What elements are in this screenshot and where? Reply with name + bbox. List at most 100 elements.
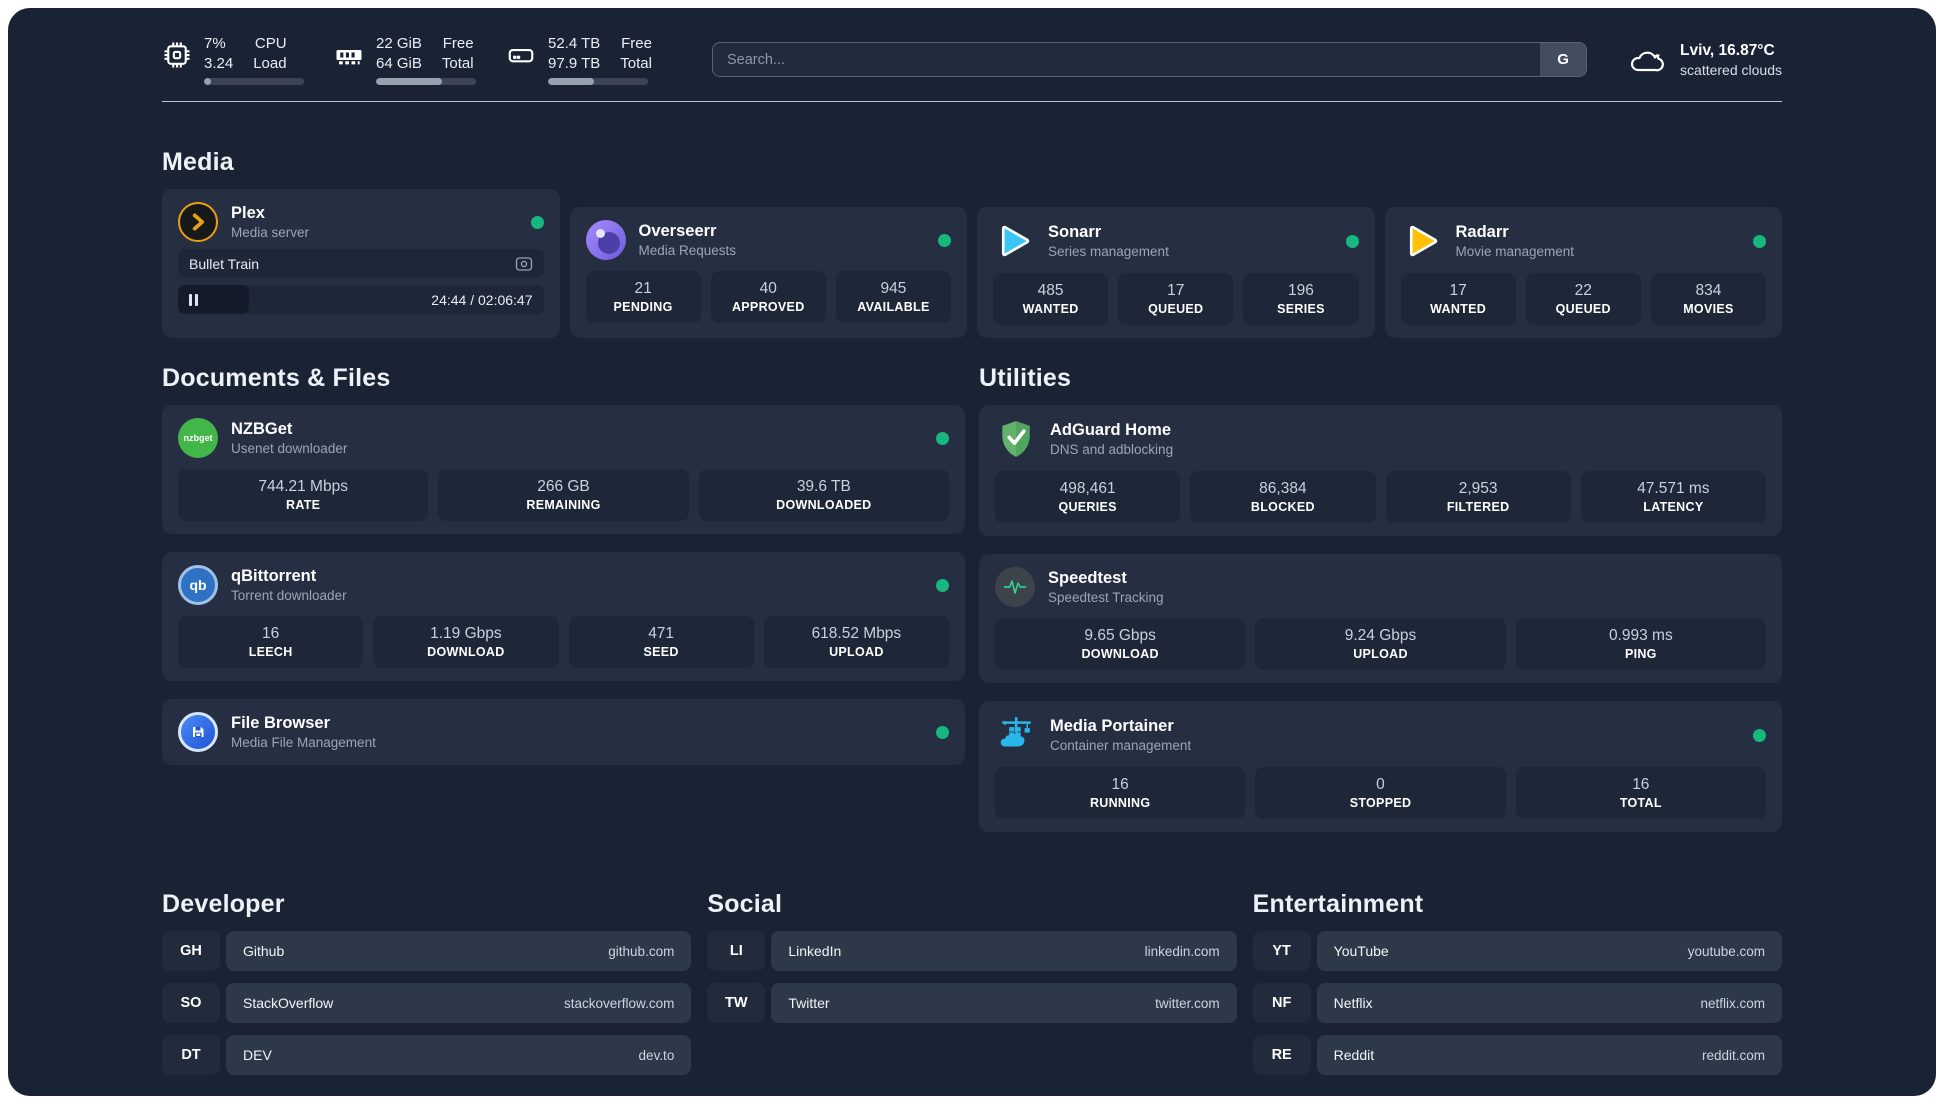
- disk-widget: 52.4 TB 97.9 TB Free Total: [506, 34, 652, 85]
- top-bar: 7% 3.24 CPU Load 22 GiB 64 GiB Free Tota…: [162, 34, 1782, 85]
- cpu-usage-value: 7%: [204, 35, 226, 52]
- filebrowser-icon: [178, 712, 218, 752]
- memory-free-value: 22 GiB: [376, 35, 422, 52]
- bookmark-stackoverflow[interactable]: SO StackOverflow stackoverflow.com: [162, 983, 692, 1023]
- cpu-usage-label: CPU: [254, 35, 287, 52]
- stat-tile: 0 STOPPED: [1255, 767, 1506, 819]
- nzbget-icon: nzbget: [178, 418, 218, 458]
- weather-widget: Lviv, 16.87°C scattered clouds: [1627, 42, 1782, 78]
- section-utilities: Utilities AdGuard Home DNS and adblockin…: [979, 364, 1782, 832]
- service-subtitle: Torrent downloader: [231, 588, 347, 604]
- sonarr-icon: [1001, 225, 1030, 257]
- bookmark-domain: linkedin.com: [1144, 943, 1220, 959]
- bookmark-name: Netflix: [1333, 995, 1373, 1011]
- portainer-card[interactable]: Media Portainer Container management 16 …: [979, 701, 1782, 832]
- status-dot: [938, 233, 951, 247]
- stat-tile: 744.21 Mbps RATE: [178, 469, 429, 521]
- service-subtitle: Movie management: [1455, 244, 1575, 260]
- now-playing-title: Bullet Train: [189, 255, 260, 272]
- cloud-icon: [1631, 51, 1664, 71]
- stat-tile: 16 LEECH: [178, 616, 364, 668]
- speedtest-icon: [995, 567, 1035, 607]
- stat-tile: 86,384 BLOCKED: [1190, 471, 1376, 523]
- stat-tile: 618.52 Mbps UPLOAD: [763, 616, 949, 668]
- bookmark-youtube[interactable]: YT YouTube youtube.com: [1252, 931, 1782, 971]
- section-title-entertainment: Entertainment: [1252, 890, 1424, 918]
- sonarr-card[interactable]: Sonarr Series management 485 WANTED 17 Q…: [977, 207, 1375, 338]
- bookmark-twitter[interactable]: TW Twitter twitter.com: [707, 983, 1237, 1023]
- stat-tile: 2,953 FILTERED: [1385, 471, 1571, 523]
- search-provider-button[interactable]: G: [1540, 43, 1587, 76]
- stat-tile: 9.24 Gbps UPLOAD: [1255, 618, 1506, 670]
- bookmark-abbr: NF: [1252, 983, 1311, 1023]
- overseerr-card[interactable]: Overseerr Media Requests 21 PENDING 40 A…: [569, 207, 967, 338]
- service-name: Speedtest: [1048, 568, 1127, 587]
- stat-tile: 945 AVAILABLE: [835, 271, 952, 323]
- bookmark-domain: netflix.com: [1700, 995, 1765, 1011]
- memory-widget: 22 GiB 64 GiB Free Total: [334, 34, 476, 85]
- service-name: Radarr: [1455, 222, 1509, 241]
- stat-tile: 0.993 ms PING: [1515, 618, 1766, 670]
- memory-icon: [336, 50, 362, 65]
- bookmark-abbr: SO: [162, 983, 220, 1023]
- cpu-progress-bar: [204, 78, 304, 85]
- bookmark-abbr: GH: [162, 931, 220, 971]
- service-name: Overseerr: [638, 221, 717, 240]
- section-media: Media Plex Media server Bullet Train 24:…: [162, 148, 1782, 338]
- memory-total-label: Total: [441, 54, 474, 72]
- portainer-icon: [1000, 717, 1031, 747]
- qbittorrent-card[interactable]: qb qBittorrent Torrent downloader 16 LEE…: [162, 552, 965, 681]
- stat-tile: 834 MOVIES: [1650, 273, 1767, 325]
- status-dot: [530, 215, 544, 229]
- bookmark-netflix[interactable]: NF Netflix netflix.com: [1252, 983, 1782, 1023]
- service-subtitle: DNS and adblocking: [1050, 442, 1174, 458]
- service-name: NZBGet: [231, 419, 293, 438]
- service-name: Sonarr: [1048, 222, 1102, 241]
- stat-tile: 16 RUNNING: [995, 767, 1246, 819]
- media-view-icon: [515, 256, 532, 271]
- stat-tile: 21 PENDING: [585, 271, 701, 323]
- search-input[interactable]: [711, 42, 1588, 77]
- weather-location: Lviv, 16.87°C: [1680, 41, 1775, 59]
- stat-tile: 196 SERIES: [1243, 273, 1359, 325]
- bookmark-domain: stackoverflow.com: [564, 995, 675, 1011]
- section-title-media: Media: [162, 148, 234, 176]
- disk-total-label: Total: [620, 54, 652, 72]
- plex-card[interactable]: Plex Media server Bullet Train 24:44 / 0…: [162, 189, 560, 338]
- status-dot: [936, 431, 949, 445]
- section-title-documents: Documents & Files: [162, 364, 391, 392]
- bookmark-domain: github.com: [608, 943, 675, 959]
- plex-icon: [178, 202, 218, 242]
- stat-tile: 22 QUEUED: [1525, 273, 1641, 325]
- bookmark-reddit[interactable]: RE Reddit reddit.com: [1252, 1035, 1782, 1075]
- nzbget-card[interactable]: nzbget NZBGet Usenet downloader 744.21 M…: [162, 405, 965, 534]
- bookmark-github[interactable]: GH Github github.com: [162, 931, 692, 971]
- speedtest-card[interactable]: Speedtest Speedtest Tracking 9.65 Gbps D…: [979, 554, 1782, 683]
- disk-free-label: Free: [621, 35, 652, 52]
- bookmark-name: StackOverflow: [243, 995, 334, 1011]
- disk-free-value: 52.4 TB: [548, 35, 601, 52]
- disk-total-value: 97.9 TB: [548, 54, 601, 72]
- section-title-social: Social: [707, 890, 783, 918]
- service-name: qBittorrent: [231, 566, 317, 585]
- radarr-card[interactable]: Radarr Movie management 17 WANTED 22 QUE…: [1384, 207, 1782, 338]
- playback-progress: 24:44 / 02:06:47: [178, 285, 544, 314]
- service-subtitle: Speedtest Tracking: [1048, 590, 1164, 606]
- stat-tile: 1.19 Gbps DOWNLOAD: [373, 616, 559, 668]
- stat-tile: 485 WANTED: [993, 273, 1109, 325]
- section-title-utilities: Utilities: [979, 364, 1072, 392]
- pause-icon: [189, 293, 192, 306]
- bookmark-dev[interactable]: DT DEV dev.to: [162, 1035, 692, 1075]
- cpu-load-label: Load: [253, 54, 287, 72]
- stat-tile: 498,461 QUERIES: [995, 471, 1181, 523]
- filebrowser-card[interactable]: File Browser Media File Management: [162, 699, 965, 765]
- service-subtitle: Media server: [231, 225, 310, 241]
- bookmark-linkedin[interactable]: LI LinkedIn linkedin.com: [707, 931, 1237, 971]
- cpu-widget: 7% 3.24 CPU Load: [162, 34, 304, 85]
- stat-tile: 40 APPROVED: [710, 271, 826, 323]
- status-dot: [1345, 234, 1359, 248]
- status-dot: [1753, 234, 1766, 248]
- adguard-card[interactable]: AdGuard Home DNS and adblocking 498,461 …: [979, 405, 1782, 536]
- bookmark-name: Github: [243, 943, 285, 959]
- bookmark-name: Reddit: [1333, 1047, 1375, 1063]
